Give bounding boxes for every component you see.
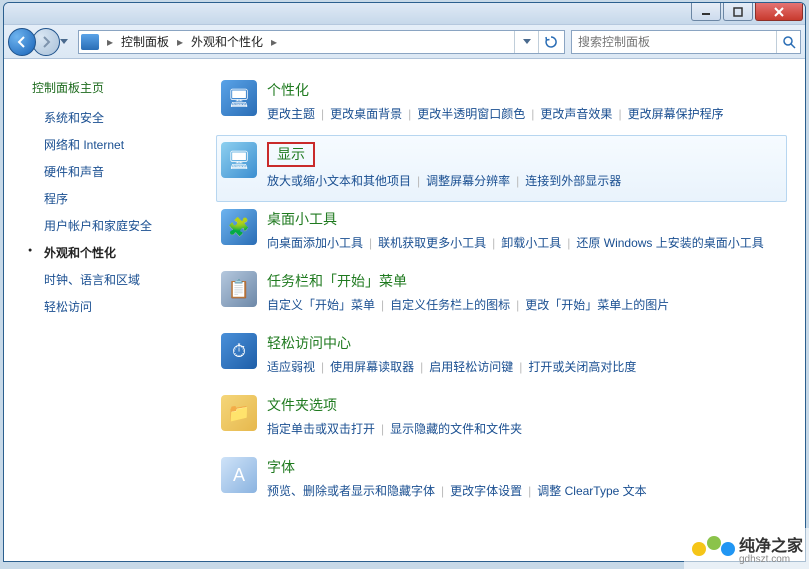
link-separator: | (408, 107, 411, 121)
link-separator: | (321, 360, 324, 374)
category-title-link[interactable]: 字体 (267, 457, 295, 477)
category-title-link[interactable]: 个性化 (267, 80, 309, 100)
category-sublink[interactable]: 打开或关闭高对比度 (528, 360, 636, 374)
breadcrumb-item[interactable]: 外观和个性化 (187, 31, 267, 52)
category-sublink[interactable]: 更改主题 (267, 107, 315, 121)
titlebar (4, 3, 805, 25)
category-icon: ⏱ (221, 333, 257, 369)
watermark: 纯净之家 gdhszt.com (684, 528, 809, 569)
link-separator: | (567, 236, 570, 250)
link-separator: | (492, 236, 495, 250)
category-sublink[interactable]: 更改半透明窗口颜色 (417, 107, 525, 121)
category-sublink[interactable]: 更改声音效果 (540, 107, 612, 121)
watermark-brand: 纯净之家 (739, 538, 803, 555)
category-row: ⏱ 轻松访问中心适应弱视 | 使用屏幕读取器 | 启用轻松访问键 | 打开或关闭高对比度 (216, 326, 787, 388)
category-sublink[interactable]: 指定单击或双击打开 (267, 422, 375, 436)
category-sublink[interactable]: 放大或缩小文本和其他项目 (267, 174, 411, 188)
link-separator: | (381, 298, 384, 312)
category-sublink[interactable]: 适应弱视 (267, 360, 315, 374)
close-button[interactable] (755, 3, 803, 21)
category-row: 🖥 显示放大或缩小文本和其他项目 | 调整屏幕分辨率 | 连接到外部显示器 (216, 135, 787, 202)
category-title-link[interactable]: 桌面小工具 (267, 209, 337, 229)
control-panel-icon (81, 34, 99, 50)
chevron-right-icon[interactable]: ▸ (267, 35, 281, 49)
sidebar-item[interactable]: 网络和 Internet (4, 131, 202, 158)
link-separator: | (321, 107, 324, 121)
category-row: 📁 文件夹选项指定单击或双击打开 | 显示隐藏的文件和文件夹 (216, 388, 787, 450)
link-separator: | (369, 236, 372, 250)
category-sublink[interactable]: 调整 ClearType 文本 (537, 484, 646, 498)
category-sublink[interactable]: 联机获取更多小工具 (378, 236, 486, 250)
category-icon: 📁 (221, 395, 257, 431)
category-sublink[interactable]: 向桌面添加小工具 (267, 236, 363, 250)
navbar: ▸ 控制面板 ▸ 外观和个性化 ▸ (4, 25, 805, 59)
category-icon: A (221, 457, 257, 493)
refresh-button[interactable] (538, 31, 562, 53)
address-bar[interactable]: ▸ 控制面板 ▸ 外观和个性化 ▸ (78, 30, 565, 54)
category-title-link[interactable]: 显示 (267, 142, 315, 167)
watermark-url: gdhszt.com (739, 554, 803, 565)
link-separator: | (441, 484, 444, 498)
category-title-link[interactable]: 文件夹选项 (267, 395, 337, 415)
category-sublink[interactable]: 调整屏幕分辨率 (426, 174, 510, 188)
sidebar-item[interactable]: 时钟、语言和区域 (4, 266, 202, 293)
sidebar-item[interactable]: 程序 (4, 185, 202, 212)
category-sublink[interactable]: 卸载小工具 (501, 236, 561, 250)
maximize-button[interactable] (723, 3, 753, 21)
link-separator: | (531, 107, 534, 121)
address-dropdown[interactable] (514, 31, 538, 53)
link-separator: | (381, 422, 384, 436)
category-row: 🧩 桌面小工具向桌面添加小工具 | 联机获取更多小工具 | 卸载小工具 | 还原 Window… (216, 202, 787, 264)
category-row: A 字体预览、删除或者显示和隐藏字体 | 更改字体设置 | 调整 ClearType 文本 (216, 450, 787, 512)
category-sublink[interactable]: 更改屏幕保护程序 (628, 107, 724, 121)
sidebar-item[interactable]: 硬件和声音 (4, 158, 202, 185)
sidebar-item[interactable]: 用户帐户和家庭安全 (4, 212, 202, 239)
link-separator: | (417, 174, 420, 188)
category-sublink[interactable]: 自定义「开始」菜单 (267, 298, 375, 312)
forward-button[interactable] (32, 28, 60, 56)
category-sublink[interactable]: 更改桌面背景 (330, 107, 402, 121)
link-separator: | (519, 360, 522, 374)
search-box[interactable] (571, 30, 801, 54)
category-sublink[interactable]: 启用轻松访问键 (429, 360, 513, 374)
link-separator: | (528, 484, 531, 498)
category-title-link[interactable]: 任务栏和「开始」菜单 (267, 271, 407, 291)
control-panel-home-link[interactable]: 控制面板主页 (4, 79, 202, 104)
category-sublink[interactable]: 自定义任务栏上的图标 (390, 298, 510, 312)
sidebar-item[interactable]: 轻松访问 (4, 293, 202, 320)
link-separator: | (516, 174, 519, 188)
search-input[interactable] (572, 35, 776, 49)
back-button[interactable] (8, 28, 36, 56)
category-sublink[interactable]: 更改字体设置 (450, 484, 522, 498)
main-content: 🖥 个性化更改主题 | 更改桌面背景 | 更改半透明窗口颜色 | 更改声音效果 | 更改屏幕保护程… (202, 59, 805, 561)
category-sublink[interactable]: 连接到外部显示器 (525, 174, 621, 188)
category-sublink[interactable]: 更改「开始」菜单上的图片 (525, 298, 669, 312)
link-separator: | (420, 360, 423, 374)
category-icon: 📋 (221, 271, 257, 307)
category-sublink[interactable]: 显示隐藏的文件和文件夹 (390, 422, 522, 436)
category-icon: 🖥 (221, 80, 257, 116)
category-title-link[interactable]: 轻松访问中心 (267, 333, 351, 353)
sidebar-item[interactable]: 系统和安全 (4, 104, 202, 131)
sidebar-item[interactable]: 外观和个性化 (4, 239, 202, 266)
category-row: 📋 任务栏和「开始」菜单自定义「开始」菜单 | 自定义任务栏上的图标 | 更改「开始」菜单… (216, 264, 787, 326)
chevron-right-icon[interactable]: ▸ (103, 35, 117, 49)
minimize-button[interactable] (691, 3, 721, 21)
sidebar: 控制面板主页 系统和安全网络和 Internet硬件和声音程序用户帐户和家庭安全… (4, 59, 202, 561)
chevron-right-icon[interactable]: ▸ (173, 35, 187, 49)
category-icon: 🖥 (221, 142, 257, 178)
category-sublink[interactable]: 使用屏幕读取器 (330, 360, 414, 374)
search-icon[interactable] (776, 31, 800, 53)
category-icon: 🧩 (221, 209, 257, 245)
link-separator: | (618, 107, 621, 121)
category-sublink[interactable]: 还原 Windows 上安装的桌面小工具 (576, 236, 763, 250)
category-sublink[interactable]: 预览、删除或者显示和隐藏字体 (267, 484, 435, 498)
category-row: 🖥 个性化更改主题 | 更改桌面背景 | 更改半透明窗口颜色 | 更改声音效果 | 更改屏幕保护程… (216, 73, 787, 135)
breadcrumb-item[interactable]: 控制面板 (117, 31, 173, 52)
link-separator: | (516, 298, 519, 312)
